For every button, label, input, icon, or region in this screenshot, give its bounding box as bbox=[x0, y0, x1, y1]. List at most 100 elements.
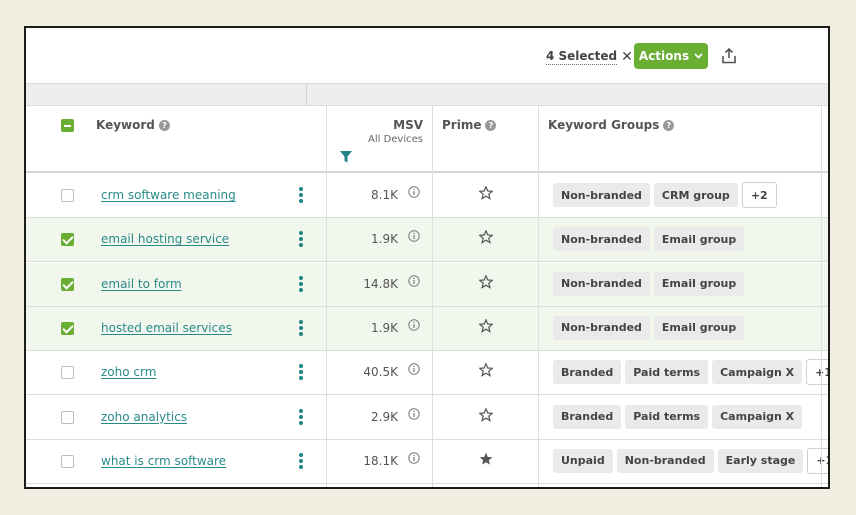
keyword-column-header[interactable]: Keyword ? bbox=[96, 118, 170, 132]
keyword-group-tag[interactable]: CRM group bbox=[653, 183, 738, 207]
keyword-groups-header-label: Keyword Groups bbox=[548, 118, 660, 132]
keyword-group-tag[interactable]: Campaign X bbox=[712, 404, 803, 429]
info-icon[interactable] bbox=[408, 230, 420, 242]
more-groups-button[interactable]: +2 bbox=[741, 182, 777, 208]
table-row[interactable]: what is crm software 18.1K Unpaid Non-bra… bbox=[26, 439, 828, 484]
keyword-groups-cell: BrandedPaid termsCampaign X+1 bbox=[553, 359, 828, 386]
table-header: Keyword ? MSV All Devices Prime ? Keywor… bbox=[26, 105, 828, 173]
msv-value: 1.9K bbox=[371, 320, 398, 335]
keyword-group-tag[interactable]: Unpaid bbox=[553, 448, 613, 473]
msv-column-header[interactable]: MSV bbox=[393, 118, 423, 132]
keyword-group-tag[interactable]: Email group bbox=[653, 227, 745, 252]
info-icon[interactable] bbox=[408, 319, 420, 331]
prime-header-label: Prime bbox=[442, 118, 482, 132]
clear-selection-icon[interactable]: ✕ bbox=[621, 49, 633, 65]
keyword-link[interactable]: zoho crm bbox=[101, 365, 156, 379]
keyword-group-tag[interactable]: Non-branded bbox=[553, 271, 650, 296]
keyword-groups-cell: Branded Paid terms Campaign X bbox=[553, 404, 803, 429]
keyword-group-tag[interactable]: Non-branded bbox=[616, 448, 714, 473]
more-vertical-icon[interactable] bbox=[298, 452, 304, 469]
row-checkbox[interactable] bbox=[61, 233, 74, 247]
keyword-group-tag[interactable]: Branded bbox=[553, 404, 622, 429]
row-checkbox[interactable] bbox=[61, 277, 74, 291]
keyword-group-tag[interactable]: Non-branded bbox=[553, 183, 650, 207]
share-export-icon[interactable] bbox=[720, 47, 738, 65]
star-outline-icon[interactable] bbox=[479, 407, 493, 422]
info-icon[interactable] bbox=[408, 407, 420, 420]
prime-column-header[interactable]: Prime ? bbox=[442, 118, 497, 132]
more-vertical-icon[interactable] bbox=[298, 319, 304, 336]
band-divider bbox=[306, 84, 307, 106]
table-row[interactable]: email hosting service 1.9K Non-branded Em… bbox=[26, 218, 828, 263]
filter-icon[interactable] bbox=[339, 150, 353, 164]
more-groups-button[interactable]: +1 bbox=[806, 359, 828, 386]
msv-header-label: MSV bbox=[393, 118, 423, 132]
row-checkbox[interactable] bbox=[61, 410, 74, 424]
star-outline-icon[interactable] bbox=[479, 363, 493, 378]
select-all-checkbox[interactable] bbox=[61, 119, 74, 132]
question-circle-icon[interactable]: ? bbox=[485, 119, 497, 131]
more-vertical-icon[interactable] bbox=[298, 187, 304, 203]
more-groups-button[interactable]: +1 bbox=[807, 447, 828, 474]
keyword-groups-cell: Non-branded Email group bbox=[553, 315, 745, 340]
keyword-groups-cell: UnpaidNon-brandedEarly stage+1 bbox=[553, 447, 828, 474]
keyword-group-tag[interactable]: Email group bbox=[653, 271, 745, 296]
keyword-link[interactable]: zoho analytics bbox=[101, 410, 187, 424]
column-divider bbox=[432, 105, 433, 487]
column-divider bbox=[326, 105, 327, 487]
keyword-table-panel: 4 Selected ✕ Actions Keyword ? MSV All D… bbox=[24, 26, 830, 489]
more-vertical-icon[interactable] bbox=[298, 408, 304, 425]
keyword-link[interactable]: hosted email services bbox=[101, 321, 232, 335]
selected-count-label[interactable]: 4 Selected bbox=[546, 49, 618, 65]
column-divider bbox=[538, 105, 539, 487]
selection-count: 4 Selected ✕ bbox=[546, 49, 633, 65]
actions-button-label: Actions bbox=[638, 49, 690, 63]
star-outline-icon[interactable] bbox=[479, 230, 493, 245]
more-vertical-icon[interactable] bbox=[298, 275, 304, 292]
keyword-group-tag[interactable]: Email group bbox=[653, 315, 745, 340]
keyword-group-tag[interactable]: Paid terms bbox=[625, 404, 709, 429]
table-toolbar: 4 Selected ✕ Actions bbox=[26, 28, 828, 83]
table-row[interactable]: crm software meaning 8.1K Non-branded CRM… bbox=[26, 174, 828, 218]
info-icon[interactable] bbox=[408, 186, 420, 198]
more-vertical-icon[interactable] bbox=[298, 364, 304, 381]
msv-value: 18.1K bbox=[363, 453, 398, 468]
keyword-group-tag[interactable]: Non-branded bbox=[553, 227, 650, 252]
keyword-groups-cell: Non-branded Email group bbox=[553, 271, 745, 296]
table-row[interactable]: hosted email services 1.9K Non-branded Em… bbox=[26, 306, 828, 351]
actions-button[interactable]: Actions bbox=[634, 43, 708, 69]
star-outline-icon[interactable] bbox=[479, 274, 493, 289]
question-circle-icon[interactable]: ? bbox=[158, 119, 170, 131]
keyword-group-tag[interactable]: Non-branded bbox=[553, 315, 650, 340]
table-row[interactable]: email to form 14.8K Non-branded Email gro… bbox=[26, 262, 828, 307]
keyword-group-tag[interactable]: Early stage bbox=[717, 448, 804, 473]
keyword-group-tag[interactable]: Paid terms bbox=[625, 360, 709, 385]
column-divider bbox=[821, 105, 822, 487]
group-header-band bbox=[26, 83, 828, 106]
row-checkbox[interactable] bbox=[61, 321, 74, 335]
star-outline-icon[interactable] bbox=[479, 318, 493, 333]
row-checkbox[interactable] bbox=[61, 189, 74, 202]
keyword-groups-column-header[interactable]: Keyword Groups ? bbox=[548, 118, 675, 132]
keyword-group-tag[interactable]: Branded bbox=[553, 360, 622, 385]
info-icon[interactable] bbox=[408, 363, 420, 375]
row-checkbox[interactable] bbox=[61, 366, 74, 380]
table-row[interactable]: zoho crm 40.5K Branded Paid terms Campaign… bbox=[26, 351, 828, 396]
msv-value: 40.5K bbox=[363, 365, 398, 380]
row-checkbox[interactable] bbox=[61, 454, 74, 468]
msv-value: 2.9K bbox=[371, 409, 398, 424]
keyword-link[interactable]: email hosting service bbox=[101, 232, 229, 246]
star-outline-icon[interactable] bbox=[479, 186, 493, 200]
info-icon[interactable] bbox=[408, 274, 420, 287]
keyword-link[interactable]: crm software meaning bbox=[101, 188, 236, 202]
keyword-link[interactable]: email to form bbox=[101, 277, 182, 291]
keyword-groups-cell: Non-branded CRM group +2 bbox=[553, 182, 777, 208]
table-row[interactable]: zoho analytics 2.9K Branded Paid terms Cam… bbox=[26, 395, 828, 440]
msv-value: 14.8K bbox=[363, 276, 398, 291]
keyword-group-tag[interactable]: Campaign X bbox=[712, 360, 803, 385]
more-vertical-icon[interactable] bbox=[298, 231, 304, 248]
keyword-link[interactable]: what is crm software bbox=[101, 454, 226, 468]
question-circle-icon[interactable]: ? bbox=[663, 119, 675, 131]
info-icon[interactable] bbox=[408, 452, 420, 464]
star-filled-icon[interactable] bbox=[479, 452, 493, 466]
